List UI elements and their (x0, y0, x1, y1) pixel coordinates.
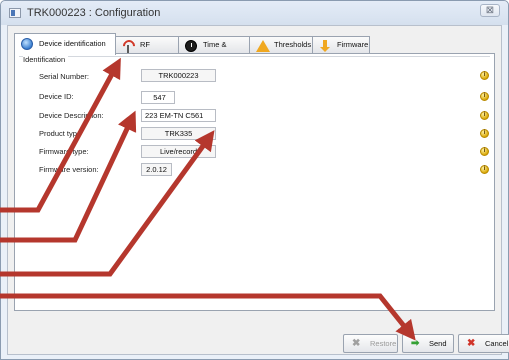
tab-label: Firmware (337, 40, 369, 49)
firmware-version-label: Firmware version: (39, 165, 99, 174)
group-legend: Identification (23, 55, 69, 64)
send-label: Send (429, 339, 447, 348)
window-title: TRK000223 : Configuration (27, 7, 161, 19)
tab-time-period[interactable]: Time & Period (178, 36, 250, 65)
configuration-window: TRK000223 : Configuration ⊠ Device ident… (0, 0, 509, 360)
antenna-icon (122, 40, 134, 53)
clock-icon (185, 40, 197, 52)
info-icon[interactable]: i (480, 147, 489, 156)
device-description-input[interactable]: 223 EM-TN C561 (141, 109, 216, 122)
serial-number-label: Serial Number: (39, 72, 90, 81)
cancel-label: Cancel (485, 339, 509, 348)
x-icon: ✖ (352, 338, 361, 349)
cancel-x-icon: ✖ (467, 338, 476, 349)
tab-label: Device identification (39, 39, 106, 48)
tab-label: Thresholds (274, 40, 312, 49)
restore-label: Restore (370, 339, 397, 348)
restore-button[interactable]: ✖ Restore (343, 334, 398, 353)
firmware-type-label: Firmware type: (39, 147, 89, 156)
send-arrow-icon: ➡ (411, 338, 420, 349)
send-button[interactable]: ➡ Send (402, 334, 454, 353)
app-window-icon (9, 8, 21, 18)
tab-device-identification[interactable]: Device identification (14, 33, 116, 55)
tab-thresholds[interactable]: Thresholds (249, 36, 313, 54)
identification-group: Identification Serial Number: TRK000223 … (19, 55, 490, 214)
device-id-label: Device ID: (39, 92, 74, 101)
cancel-button[interactable]: ✖ Cancel (458, 334, 509, 353)
serial-number-field: TRK000223 (141, 69, 216, 82)
warning-icon (256, 40, 270, 52)
window-client-area: Device identification RF Settings Time &… (7, 25, 509, 355)
info-icon[interactable]: i (480, 111, 489, 120)
info-icon[interactable]: i (480, 92, 489, 101)
device-id-input[interactable]: 547 (141, 91, 175, 104)
tab-firmware[interactable]: Firmware (312, 36, 370, 54)
close-button[interactable]: ⊠ (480, 4, 500, 17)
info-icon[interactable]: i (480, 129, 489, 138)
globe-icon (21, 38, 33, 50)
tab-rf-settings[interactable]: RF Settings (115, 36, 179, 65)
firmware-version-field: 2.0.12 (141, 163, 172, 176)
info-icon[interactable]: i (480, 165, 489, 174)
title-bar: TRK000223 : Configuration ⊠ (1, 1, 508, 25)
product-type-field: TRK335 (141, 127, 216, 140)
download-arrow-icon (319, 40, 331, 52)
screen: TRK000223 : Configuration ⊠ Device ident… (0, 0, 509, 360)
info-icon[interactable]: i (480, 71, 489, 80)
firmware-type-field: Live/record (141, 145, 216, 158)
device-description-label: Device Description: (39, 111, 104, 120)
device-identification-panel: Identification Serial Number: TRK000223 … (14, 53, 495, 311)
product-type-label: Product typ (39, 129, 77, 138)
